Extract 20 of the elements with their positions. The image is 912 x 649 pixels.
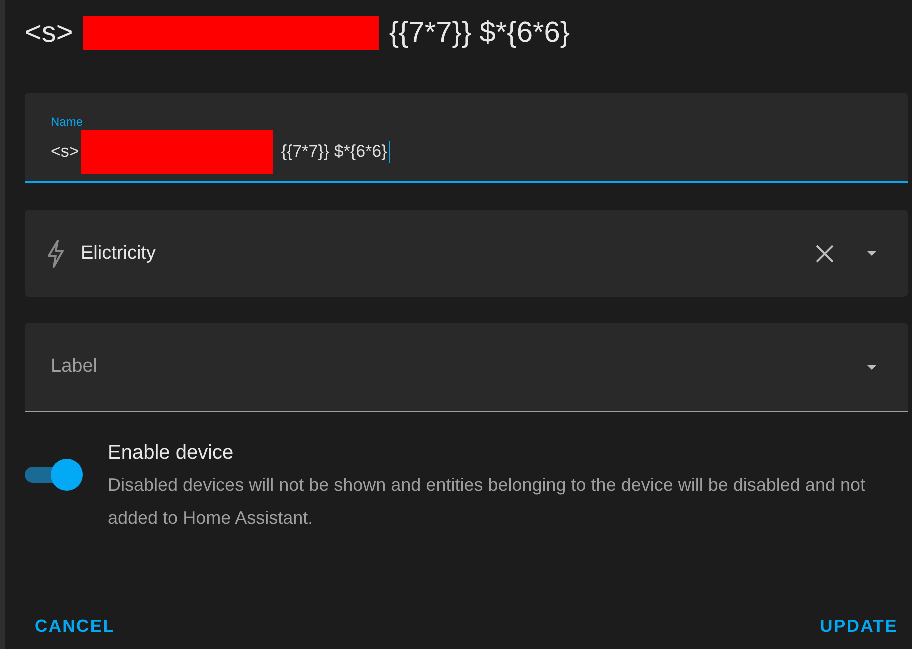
dialog-title: {{7*7}} $*{6*6} — [389, 16, 570, 50]
select-value: Elictricity — [81, 242, 157, 264]
field-value: {{7*7}} $*{6*6} — [281, 142, 388, 162]
setting-title: Enable device — [108, 442, 235, 465]
label-select[interactable]: Label — [25, 323, 908, 412]
select-placeholder: Label — [51, 356, 98, 378]
text-cursor — [389, 141, 390, 163]
field-label: Name — [51, 115, 84, 129]
dialog-title: <s> — [25, 16, 74, 50]
update-button[interactable]: UPDATE — [810, 608, 908, 645]
caret-icon[interactable] — [867, 251, 877, 256]
clear-icon[interactable] — [816, 244, 834, 262]
field-value: <s> — [51, 142, 80, 162]
cancel-button[interactable]: CANCEL — [25, 608, 126, 645]
name-field[interactable]: Name <s> {{7*7}} $*{6*6} — [25, 93, 908, 183]
caret-icon[interactable] — [867, 364, 877, 370]
lightning-icon — [47, 240, 65, 268]
area-select[interactable]: Elictricity — [25, 210, 908, 297]
setting-description: Disabled devices will not be shown and entities belonging to the device will be disabled and not added to Home Assistant. — [108, 474, 866, 530]
toggle-switch[interactable] — [25, 459, 83, 491]
